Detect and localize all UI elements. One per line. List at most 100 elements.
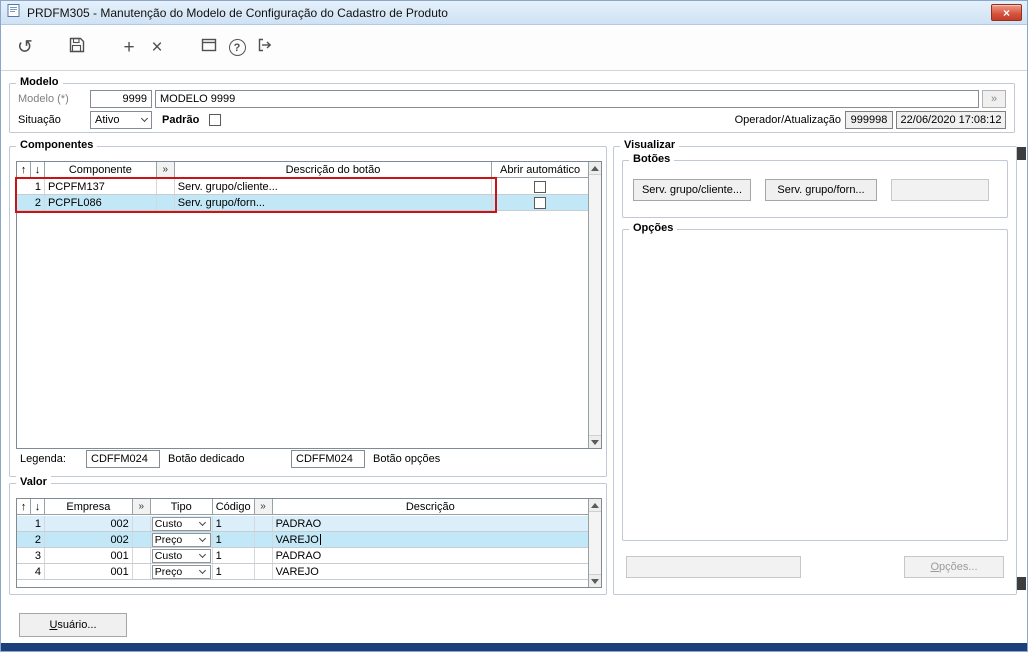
help-button[interactable]: ?	[225, 36, 249, 60]
codigo-zoom-cell	[255, 516, 273, 531]
preview-button-fornecedor[interactable]: Serv. grupo/forn...	[765, 179, 877, 201]
preview-button-blank[interactable]	[891, 179, 989, 201]
sort-up-icon[interactable]: ↑	[17, 162, 31, 177]
modelo-group-legend: Modelo	[16, 76, 63, 88]
valor-row[interactable]: 3 001 Custo 1 PADRAO	[17, 548, 588, 564]
empresa-cell[interactable]: 001	[45, 548, 133, 563]
valor-grid: ↑ ↓ Empresa » Tipo Código » Descrição 10…	[16, 498, 602, 588]
sort-down-icon[interactable]: ↓	[30, 162, 45, 177]
tipo-combobox[interactable]: Custo	[151, 548, 211, 563]
preview-blank-bottom-button[interactable]	[626, 556, 801, 578]
chevron-down-icon	[137, 112, 151, 128]
padrao-label: Padrão	[162, 114, 200, 126]
padrao-checkbox[interactable]	[209, 114, 222, 126]
save-button[interactable]	[65, 36, 89, 60]
modelo-code-field[interactable]: 9999	[90, 90, 152, 108]
empresa-cell[interactable]: 001	[45, 564, 133, 579]
valor-row[interactable]: 1 002 Custo 1 PADRAO	[17, 516, 588, 532]
usuario-button[interactable]: Usuário...	[19, 613, 127, 637]
empresa-zoom-cell	[133, 548, 151, 563]
row-number: 1	[17, 516, 45, 531]
sort-up-icon[interactable]: ↑	[17, 499, 31, 514]
tipo-combobox[interactable]: Preço	[151, 532, 211, 547]
empresa-zoom-cell	[133, 532, 151, 547]
empresa-cell[interactable]: 002	[45, 532, 133, 547]
codigo-cell[interactable]: 1	[213, 532, 255, 547]
sort-down-icon[interactable]: ↓	[30, 499, 45, 514]
col-header-descricao[interactable]: Descrição	[272, 499, 588, 514]
componentes-group: Componentes ↑ ↓ Componente » Descrição d…	[9, 139, 607, 477]
empresa-zoom-column-button[interactable]: »	[132, 499, 151, 514]
codigo-cell[interactable]: 1	[213, 564, 255, 579]
valor-scrollbar[interactable]	[588, 499, 601, 587]
componentes-row[interactable]: 1 PCPFM137 Serv. grupo/cliente...	[17, 179, 588, 195]
window-title: PRDFM305 - Manutenção do Modelo de Confi…	[27, 5, 448, 20]
scroll-down-arrow[interactable]	[589, 435, 601, 448]
descricao-botao-cell[interactable]: Serv. grupo/cliente...	[175, 179, 493, 194]
empresa-cell[interactable]: 002	[45, 516, 133, 531]
col-header-tipo[interactable]: Tipo	[150, 499, 213, 514]
botao-opcoes-label: Botão opções	[373, 453, 441, 465]
componente-zoom-cell	[157, 179, 175, 194]
opcoes-button-label: Opções...	[930, 561, 978, 573]
valor-row[interactable]: 2 002 Preço 1 VAREJO	[17, 532, 588, 548]
scroll-down-arrow[interactable]	[589, 574, 601, 587]
empresa-zoom-cell	[133, 516, 151, 531]
modelo-zoom-button[interactable]: »	[982, 90, 1006, 108]
componente-cell[interactable]: PCPFM137	[45, 179, 157, 194]
botao-opcoes-field[interactable]: CDFFM024	[291, 450, 365, 468]
opcoes-group-legend: Opções	[629, 222, 678, 234]
undo-button[interactable]: ↺	[13, 36, 37, 60]
col-header-empresa[interactable]: Empresa	[44, 499, 133, 514]
modelo-name-field[interactable]: MODELO 9999	[155, 90, 979, 108]
codigo-cell[interactable]: 1	[213, 548, 255, 563]
botoes-group-legend: Botões	[629, 153, 675, 165]
preview-button-cliente[interactable]: Serv. grupo/cliente...	[633, 179, 751, 201]
scroll-up-arrow[interactable]	[589, 162, 601, 175]
situacao-label: Situação	[18, 114, 61, 126]
scrollbar-arrow-top[interactable]	[1017, 147, 1026, 160]
descricao-cell[interactable]: PADRAO	[273, 516, 588, 531]
tipo-combobox[interactable]: Custo	[151, 516, 211, 531]
toolbar: ↺ + × ?	[1, 25, 1027, 71]
descricao-cell[interactable]: VAREJO	[273, 532, 588, 547]
opcoes-button[interactable]: Opções...	[904, 556, 1004, 578]
operador-field: 999998	[845, 111, 893, 129]
botao-dedicado-field[interactable]: CDFFM024	[86, 450, 160, 468]
codigo-cell[interactable]: 1	[213, 516, 255, 531]
valor-grid-header: ↑ ↓ Empresa » Tipo Código » Descrição	[17, 499, 588, 515]
form-button[interactable]	[197, 36, 221, 60]
descricao-cell[interactable]: VAREJO	[273, 564, 588, 579]
tipo-combobox[interactable]: Preço	[151, 564, 211, 579]
situacao-combobox[interactable]: Ativo	[90, 111, 152, 129]
col-header-descricao-botao[interactable]: Descrição do botão	[174, 162, 493, 177]
codigo-zoom-column-button[interactable]: »	[254, 499, 273, 514]
descricao-botao-cell[interactable]: Serv. grupo/forn...	[175, 195, 493, 210]
chevron-down-icon	[196, 518, 210, 530]
col-header-abrir-automatico[interactable]: Abrir automático	[492, 162, 588, 177]
add-button[interactable]: +	[117, 36, 141, 60]
abrir-automatico-checkbox[interactable]	[534, 196, 547, 209]
componente-zoom-column-button[interactable]: »	[156, 162, 175, 177]
delete-button[interactable]: ×	[145, 36, 169, 60]
valor-row[interactable]: 4 001 Preço 1 VAREJO	[17, 564, 588, 580]
text-caret	[319, 534, 321, 545]
componente-cell[interactable]: PCPFL086	[45, 195, 157, 210]
abrir-automatico-checkbox[interactable]	[534, 180, 547, 193]
codigo-zoom-cell	[255, 548, 273, 563]
close-icon: ×	[1002, 5, 1010, 20]
componentes-scrollbar[interactable]	[588, 162, 601, 448]
abrir-automatico-cell	[492, 179, 588, 194]
chevron-down-icon	[196, 534, 210, 546]
close-button[interactable]: ×	[991, 4, 1022, 21]
exit-button[interactable]	[253, 36, 277, 60]
modelo-group: Modelo Modelo (*) 9999 MODELO 9999 » Sit…	[9, 76, 1015, 133]
tipo-cell: Custo	[151, 516, 213, 531]
descricao-cell[interactable]: PADRAO	[273, 548, 588, 563]
scrollbar-arrow-bottom[interactable]	[1017, 577, 1026, 590]
scroll-up-arrow[interactable]	[589, 499, 601, 512]
atualizacao-field: 22/06/2020 17:08:12	[896, 111, 1006, 129]
col-header-codigo[interactable]: Código	[212, 499, 255, 514]
col-header-componente[interactable]: Componente	[44, 162, 157, 177]
componentes-row[interactable]: 2 PCPFL086 Serv. grupo/forn...	[17, 195, 588, 211]
